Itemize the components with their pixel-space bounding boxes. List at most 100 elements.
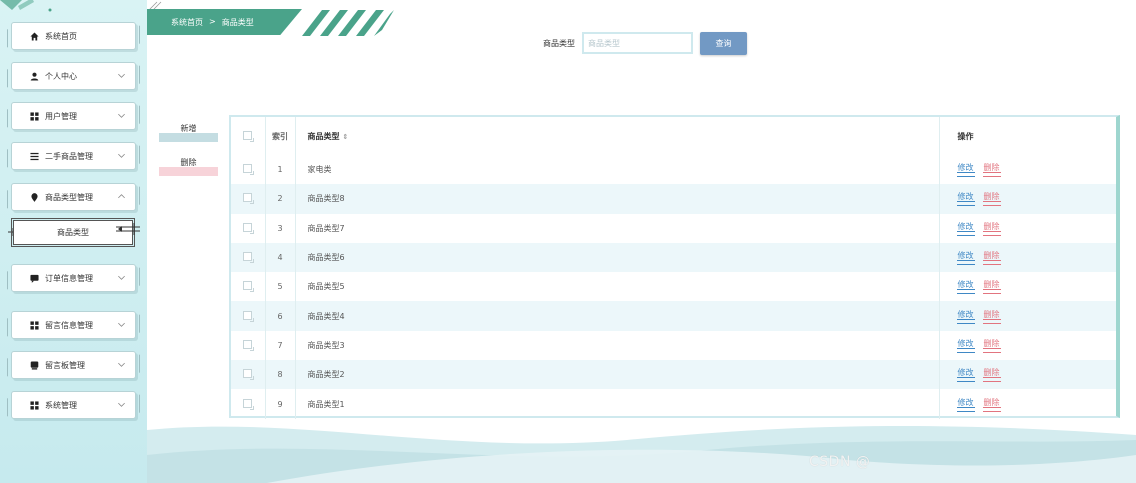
sidebar-item-8[interactable]: 留言板管理	[11, 351, 136, 379]
delete-link[interactable]: 删除	[982, 191, 1001, 207]
row-operations: 修改 删除	[939, 184, 1116, 213]
add-button-label: 新增	[180, 124, 197, 133]
row-checkbox[interactable]	[243, 193, 255, 205]
row-type: 商品类型4	[295, 301, 940, 331]
delete-link[interactable]: 删除	[982, 250, 1001, 266]
edit-link[interactable]: 修改	[956, 221, 975, 236]
goods-type-table: 索引 商品类型 ⇕ 操作 1 家电类 修改 删除 2 商品类型8 修改 删除 3 商品类型7 修改 删除…	[229, 115, 1120, 419]
header-type[interactable]: 商品类型 ⇕	[295, 117, 940, 155]
watermark: CSDN @	[809, 454, 871, 470]
table-row: 7 商品类型3 修改 删除	[231, 330, 1116, 361]
row-type: 商品类型3	[295, 330, 940, 361]
row-operations: 修改 删除	[939, 155, 1116, 184]
edit-link[interactable]: 修改	[956, 162, 975, 178]
delete-link[interactable]: 删除	[982, 162, 1001, 178]
row-index: 5	[265, 272, 296, 302]
row-checkbox[interactable]	[243, 339, 255, 351]
row-index: 1	[265, 155, 296, 185]
row-checkbox[interactable]	[243, 252, 255, 264]
breadcrumb: 系统首页 > 商品类型	[147, 9, 302, 35]
row-index: 7	[265, 330, 296, 361]
chevron-down-icon	[117, 400, 126, 409]
chevron-down-icon	[117, 320, 126, 329]
row-checkbox[interactable]	[243, 281, 255, 293]
search-button[interactable]: 查询	[700, 32, 747, 55]
chevron-down-icon	[117, 111, 126, 120]
sidebar: 系统首页个人中心用户管理二手商品管理 商品类型管理 订单信息管理 留言信息管理 留言板管…	[0, 0, 147, 483]
chevron-up-icon	[117, 192, 126, 201]
chevron-down-icon	[117, 151, 126, 160]
header-operations: 操作	[957, 131, 974, 141]
sidebar-item-6[interactable]: 订单信息管理	[11, 264, 136, 292]
row-type: 商品类型6	[295, 242, 940, 273]
edit-link[interactable]: 修改	[956, 309, 975, 324]
sidebar-item-label: 系统首页	[45, 31, 77, 41]
sidebar-decoration	[0, 0, 52, 12]
chat-icon	[29, 273, 39, 283]
search-input[interactable]	[582, 32, 693, 54]
row-type: 家电类	[295, 155, 940, 185]
row-checkbox[interactable]	[243, 310, 255, 322]
chevron-down-icon	[117, 71, 126, 80]
edit-link[interactable]: 修改	[956, 338, 975, 353]
row-operations: 修改 删除	[939, 360, 1116, 389]
row-index: 3	[265, 213, 296, 243]
delete-button-label: 删除	[180, 158, 197, 167]
row-operations: 修改 删除	[939, 272, 1116, 301]
location-icon	[29, 192, 39, 202]
table-row: 6 商品类型4 修改 删除	[231, 301, 1116, 331]
delete-link[interactable]: 删除	[982, 367, 1001, 383]
header-checkbox-cell	[231, 117, 266, 155]
row-type: 商品类型7	[295, 213, 940, 243]
user-icon	[29, 71, 39, 81]
edit-link[interactable]: 修改	[956, 250, 975, 266]
delete-link[interactable]: 删除	[982, 338, 1001, 353]
row-type: 商品类型5	[295, 272, 940, 302]
row-checkbox-cell	[231, 184, 266, 214]
row-type: 商品类型8	[295, 184, 940, 214]
header-index: 索引	[265, 117, 296, 155]
table-row: 3 商品类型7 修改 删除	[231, 213, 1116, 243]
submenu-item-goods-type[interactable]: 商品类型	[11, 218, 135, 247]
row-checkbox-cell	[231, 155, 266, 185]
row-checkbox[interactable]	[243, 164, 255, 176]
sidebar-item-2[interactable]: 个人中心	[11, 62, 136, 90]
row-checkbox-cell	[231, 301, 266, 331]
arrow-right-icon	[116, 223, 140, 235]
row-checkbox[interactable]	[243, 398, 255, 410]
sidebar-item-7[interactable]: 留言信息管理	[11, 311, 136, 339]
sidebar-item-3[interactable]: 用户管理	[11, 102, 136, 130]
sidebar-item-9[interactable]: 系统管理	[11, 391, 136, 419]
grid-icon	[29, 400, 39, 410]
sidebar-item-4[interactable]: 二手商品管理	[11, 142, 136, 170]
row-index: 2	[265, 184, 296, 214]
footer-wave-decoration	[147, 425, 1136, 483]
message-icon	[29, 360, 39, 370]
select-all-checkbox[interactable]	[243, 130, 255, 142]
breadcrumb-separator: >	[209, 17, 216, 26]
sidebar-item-5[interactable]: 商品类型管理	[11, 183, 136, 211]
home-icon	[29, 31, 39, 41]
breadcrumb-home[interactable]: 系统首页	[171, 17, 203, 28]
delete-link[interactable]: 删除	[982, 221, 1001, 236]
row-checkbox-cell	[231, 242, 266, 273]
chevron-down-icon	[117, 273, 126, 282]
row-index: 8	[265, 360, 296, 390]
sidebar-item-1[interactable]: 系统首页	[11, 22, 136, 50]
row-checkbox-cell	[231, 330, 266, 361]
delete-link[interactable]: 删除	[982, 279, 1001, 295]
edit-link[interactable]: 修改	[956, 279, 975, 295]
row-checkbox[interactable]	[243, 222, 255, 234]
delete-button[interactable]: 删除	[159, 154, 218, 176]
edit-link[interactable]: 修改	[956, 191, 975, 207]
add-button[interactable]: 新增	[159, 120, 218, 142]
delete-link[interactable]: 删除	[982, 309, 1001, 324]
sort-icon[interactable]: ⇕	[343, 133, 349, 141]
edit-link[interactable]: 修改	[956, 367, 975, 383]
header-type-label: 商品类型	[307, 131, 340, 141]
table-row: 4 商品类型6 修改 删除	[231, 242, 1116, 273]
row-checkbox[interactable]	[243, 369, 255, 381]
row-checkbox-cell	[231, 272, 266, 302]
grid-icon	[29, 111, 39, 121]
table-row: 1 家电类 修改 删除	[231, 155, 1116, 185]
